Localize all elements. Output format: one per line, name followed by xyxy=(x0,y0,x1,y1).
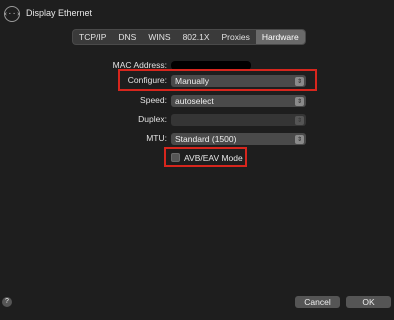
speed-label: Speed: xyxy=(140,95,167,105)
tab-wins[interactable]: WINS xyxy=(142,30,176,44)
help-button[interactable]: ? xyxy=(2,297,12,307)
window-title: Display Ethernet xyxy=(26,8,93,18)
tab-hardware[interactable]: Hardware xyxy=(255,30,305,44)
highlight-avb-eav xyxy=(164,147,247,167)
ok-button[interactable]: OK xyxy=(346,296,391,308)
network-arrows-icon: ‹··› xyxy=(4,6,20,22)
speed-select[interactable]: autoselect ⇕ xyxy=(171,95,306,107)
select-chevrons-icon: ⇕ xyxy=(295,134,304,144)
tab-tcpip[interactable]: TCP/IP xyxy=(73,30,112,44)
cancel-button[interactable]: Cancel xyxy=(295,296,340,308)
duplex-label: Duplex: xyxy=(138,114,167,124)
highlight-configure xyxy=(118,69,317,91)
speed-value: autoselect xyxy=(175,96,214,106)
mtu-label: MTU: xyxy=(146,133,167,143)
select-chevrons-icon: ⇕ xyxy=(295,96,304,106)
tab-8021x[interactable]: 802.1X xyxy=(177,30,216,44)
duplex-select: ⇕ xyxy=(171,114,306,126)
select-chevrons-icon: ⇕ xyxy=(295,115,304,125)
mtu-value: Standard (1500) xyxy=(175,134,237,144)
tab-proxies[interactable]: Proxies xyxy=(216,30,256,44)
tab-bar: TCP/IP DNS WINS 802.1X Proxies Hardware xyxy=(72,29,306,45)
window-header: ‹··› Display Ethernet xyxy=(0,0,394,30)
tab-dns[interactable]: DNS xyxy=(112,30,142,44)
mtu-select[interactable]: Standard (1500) ⇕ xyxy=(171,133,306,145)
